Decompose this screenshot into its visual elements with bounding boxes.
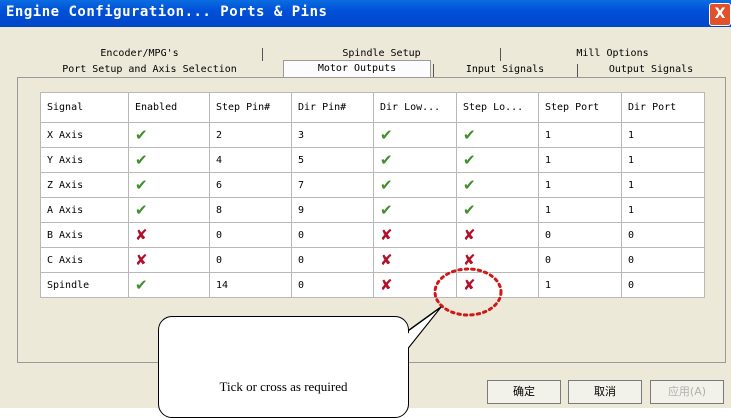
callout-pointer-mask (402, 310, 438, 352)
